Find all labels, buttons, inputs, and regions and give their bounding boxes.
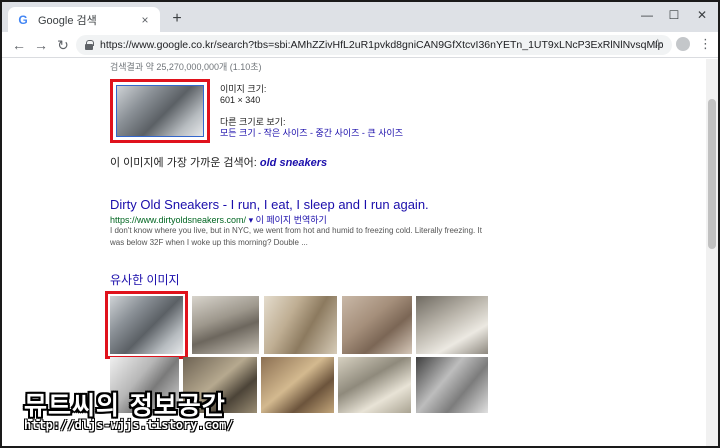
similar-image-thumb <box>264 296 337 354</box>
tab-strip: G Google 검색 × + — ☐ ✕ <box>2 2 718 32</box>
best-guess: 이 이미지에 가장 가까운 검색어: old sneakers <box>110 154 327 170</box>
tab-title: Google 검색 <box>38 14 97 27</box>
similar-image[interactable] <box>416 296 488 354</box>
result-url-text: https://www.dirtyoldsneakers.com/ <box>110 215 247 225</box>
similar-image[interactable] <box>261 357 334 413</box>
similar-image-thumb <box>342 296 412 354</box>
image-size-label: 이미지 크기: <box>220 84 267 94</box>
similar-image[interactable] <box>105 291 188 359</box>
similar-image-thumb <box>338 357 411 413</box>
tab-google-search[interactable]: G Google 검색 × <box>8 7 160 32</box>
similar-image-thumb <box>416 357 488 413</box>
similar-image-thumb <box>192 296 259 354</box>
back-arrow-icon[interactable]: ← <box>10 36 28 54</box>
reload-icon[interactable]: ↻ <box>54 36 72 54</box>
similar-image[interactable] <box>342 296 412 354</box>
similar-image[interactable] <box>264 296 337 354</box>
forward-arrow-icon[interactable]: → <box>32 36 50 54</box>
similar-image-thumb <box>261 357 334 413</box>
similar-image[interactable] <box>416 357 488 413</box>
address-bar[interactable]: https://www.google.co.kr/search?tbs=sbi:… <box>76 35 672 55</box>
similar-image[interactable] <box>192 296 259 354</box>
maximize-button[interactable]: ☐ <box>666 8 682 22</box>
minimize-button[interactable]: — <box>639 8 655 22</box>
close-window-button[interactable]: ✕ <box>694 8 710 22</box>
best-guess-prefix: 이 이미지에 가장 가까운 검색어: <box>110 157 257 169</box>
vertical-scrollbar[interactable] <box>706 59 718 446</box>
other-sizes-label: 다른 크기로 보기: <box>220 117 286 127</box>
address-url[interactable]: https://www.google.co.kr/search?tbs=sbi:… <box>100 39 664 51</box>
watermark-title: 뮤트씨의 정보공간 <box>24 391 226 420</box>
query-image-thumbnail[interactable] <box>110 79 210 143</box>
profile-avatar[interactable] <box>676 37 690 51</box>
kebab-menu-icon[interactable]: ⋮ <box>699 36 712 52</box>
similar-image-thumb <box>416 296 488 354</box>
image-size-value: 601 × 340 <box>220 95 261 105</box>
result-snippet: I don't know where you live, but in NYC,… <box>110 226 482 247</box>
other-sizes: 다른 크기로 보기: 모든 크기 - 작은 사이즈 - 중간 사이즈 - 큰 사… <box>220 117 403 139</box>
similar-images-heading[interactable]: 유사한 이미지 <box>110 271 180 288</box>
similar-image[interactable] <box>338 357 411 413</box>
best-guess-query-link[interactable]: old sneakers <box>260 157 327 169</box>
query-image <box>116 85 204 137</box>
google-logo-icon: G <box>18 12 28 27</box>
tab-close-icon[interactable]: × <box>138 13 152 27</box>
similar-image-thumb <box>110 296 183 354</box>
star-icon[interactable]: ☆ <box>652 36 664 52</box>
browser-window: G Google 검색 × + — ☐ ✕ ← → ↻ https://www.… <box>0 0 720 448</box>
translate-page-link[interactable]: ▾ 이 페이지 번역하기 <box>249 215 327 225</box>
browser-toolbar: ← → ↻ https://www.google.co.kr/search?tb… <box>2 32 718 58</box>
other-sizes-links[interactable]: 모든 크기 - 작은 사이즈 - 중간 사이즈 - 큰 사이즈 <box>220 128 403 139</box>
scrollbar-thumb[interactable] <box>708 99 716 249</box>
result-stats: 검색결과 약 25,270,000,000개 (1.10초) <box>110 62 262 72</box>
new-tab-button[interactable]: + <box>168 10 186 28</box>
lock-icon <box>84 40 94 50</box>
result-title-link[interactable]: Dirty Old Sneakers - I run, I eat, I sle… <box>110 197 429 212</box>
image-info: 이미지 크기: 601 × 340 <box>220 84 266 106</box>
watermark-url: http://dljs-wjjs.tistory.com/ <box>24 418 234 432</box>
